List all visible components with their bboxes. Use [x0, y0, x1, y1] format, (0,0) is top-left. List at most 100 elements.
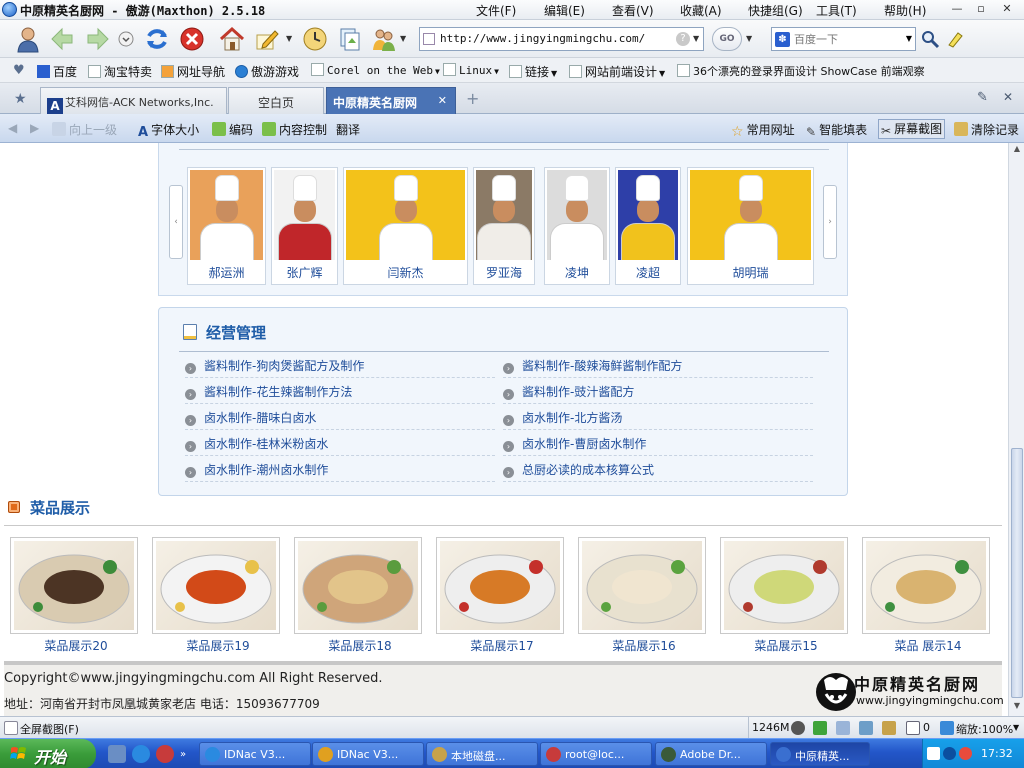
chef-card[interactable]: 张广辉	[271, 167, 338, 285]
dish-photo[interactable]	[440, 541, 560, 630]
chef-name[interactable]: 闫新杰	[344, 264, 467, 281]
carousel-prev-button[interactable]: ‹	[169, 185, 183, 259]
zoom-dropdown-icon[interactable]: ▼	[1013, 723, 1019, 732]
edit-dropdown-icon[interactable]: ▼	[286, 34, 292, 43]
go-button[interactable]: GO	[712, 27, 742, 51]
users-group-icon[interactable]	[370, 25, 398, 53]
chef-name[interactable]: 凌超	[616, 264, 680, 281]
article-link[interactable]: › 总厨必读的成本核算公式	[503, 456, 813, 482]
chef-photo[interactable]	[618, 170, 678, 260]
smart-fill-button[interactable]: ✎ 智能填表	[806, 121, 867, 139]
fav-games[interactable]: 傲游游戏	[235, 63, 299, 80]
baidu-paw-icon[interactable]: ✽	[775, 32, 790, 47]
fav-linux[interactable]: Linux ▼	[443, 63, 499, 77]
search-icon[interactable]	[920, 29, 940, 49]
status-text[interactable]: 全屏截图(F)	[20, 721, 79, 737]
article-link[interactable]: › 卤水制作-曹厨卤水制作	[503, 430, 813, 456]
chef-card[interactable]: 罗亚海	[473, 167, 535, 285]
article-title[interactable]: 卤水制作-腊味白卤水	[204, 411, 316, 425]
dish-photo[interactable]	[866, 541, 986, 630]
dish-photo[interactable]	[582, 541, 702, 630]
dish-thumbnail[interactable]	[578, 537, 706, 634]
dish-thumbnail[interactable]	[294, 537, 422, 634]
article-title[interactable]: 酱料制作-酸辣海鲜酱制作配方	[522, 359, 682, 373]
screenshot-button[interactable]: ✂ 屏幕截图	[878, 119, 946, 139]
keyboard-icon[interactable]	[927, 747, 940, 760]
back-icon[interactable]	[48, 25, 76, 53]
font-size-button[interactable]: A 字体大小	[138, 121, 199, 140]
favorites-heart-icon[interactable]: ♥	[13, 63, 25, 78]
encoding-button[interactable]: 编码	[212, 121, 253, 138]
article-title[interactable]: 卤水制作-潮州卤水制作	[204, 463, 328, 477]
close-window-icon[interactable]: ✕	[996, 1, 1018, 17]
dish-photo[interactable]	[14, 541, 134, 630]
home-icon[interactable]	[218, 25, 246, 53]
taskbar-task-button[interactable]: Adobe Dr...	[655, 742, 767, 766]
minimize-icon[interactable]: —	[946, 1, 968, 17]
menu-favorites[interactable]: 收藏(A)	[680, 2, 748, 19]
tray-app-icon[interactable]	[959, 747, 972, 760]
new-tab-icon[interactable]: +	[466, 89, 479, 108]
address-dropdown-icon[interactable]: ▼	[693, 34, 699, 43]
zoom-level[interactable]: 缩放:100%	[956, 721, 1013, 737]
edit-pencil-icon[interactable]	[253, 25, 281, 53]
chef-name[interactable]: 张广辉	[272, 264, 337, 281]
article-title[interactable]: 卤水制作-桂林米粉卤水	[204, 437, 328, 451]
close-tab-icon[interactable]: ✕	[438, 94, 447, 107]
fav-nav[interactable]: 网址导航	[161, 63, 225, 80]
search-box[interactable]: ✽ ▼	[771, 27, 916, 51]
dish-thumbnail[interactable]	[862, 537, 990, 634]
taskbar-task-button[interactable]: IDNac V3...	[312, 742, 424, 766]
chef-photo[interactable]	[190, 170, 263, 260]
up-level-button[interactable]: 向上一级	[52, 121, 117, 138]
fav-links[interactable]: 链接 ▼	[509, 63, 557, 80]
chef-name[interactable]: 凌坤	[545, 264, 609, 281]
chef-card[interactable]: 凌超	[615, 167, 681, 285]
go-dropdown-icon[interactable]: ▼	[746, 34, 752, 43]
clock[interactable]: 17:32	[981, 747, 1013, 760]
start-button[interactable]: 开始	[0, 739, 96, 768]
browser-quicklaunch-icon[interactable]	[156, 745, 174, 763]
chef-name[interactable]: 郝运洲	[188, 264, 265, 281]
dish-photo[interactable]	[298, 541, 418, 630]
fav-corel[interactable]: Corel on the Web ▼	[311, 63, 440, 77]
highlight-icon[interactable]	[945, 29, 965, 49]
dish-photo[interactable]	[156, 541, 276, 630]
zoom-icon[interactable]	[940, 721, 954, 735]
chef-card[interactable]: 胡明瑞	[687, 167, 814, 285]
menu-groups[interactable]: 快捷组(G)	[748, 2, 816, 19]
page-forward-icon[interactable]: ▶	[30, 121, 39, 135]
article-link[interactable]: › 酱料制作-酸辣海鲜酱制作配方	[503, 352, 813, 378]
forward-icon[interactable]	[84, 25, 112, 53]
tab-ack-networks[interactable]: A 艾科网信-ACK Networks,Inc.	[40, 87, 227, 114]
article-title[interactable]: 酱料制作-花生辣酱制作方法	[204, 385, 352, 399]
scroll-up-icon[interactable]: ▲	[1011, 144, 1023, 158]
dish-label[interactable]: 菜品 展示14	[864, 637, 992, 654]
notes-icon[interactable]	[882, 721, 896, 735]
fav-login-showcase[interactable]: 36个漂亮的登录界面设计 ShowCase 前端观察	[677, 63, 925, 79]
tab-favorites-star-icon[interactable]: ★	[14, 91, 27, 107]
show-desktop-icon[interactable]	[108, 745, 126, 763]
chef-photo[interactable]	[274, 170, 335, 260]
chef-name[interactable]: 胡明瑞	[688, 264, 813, 281]
dish-label[interactable]: 菜品展示15	[722, 637, 850, 654]
stop-icon[interactable]	[178, 25, 206, 53]
scroll-thumb[interactable]	[1011, 448, 1023, 698]
article-link[interactable]: › 酱料制作-狗肉煲酱配方及制作	[185, 352, 495, 378]
clear-history-button[interactable]: 清除记录	[954, 121, 1019, 138]
article-title[interactable]: 酱料制作-豉汁酱配方	[522, 385, 634, 399]
article-title[interactable]: 总厨必读的成本核算公式	[522, 463, 654, 477]
tab-blank[interactable]: 空白页	[228, 87, 324, 114]
dish-thumbnail[interactable]	[720, 537, 848, 634]
content-control-button[interactable]: 内容控制	[262, 121, 327, 138]
ie-icon[interactable]	[132, 745, 150, 763]
dish-photo[interactable]	[724, 541, 844, 630]
chef-card[interactable]: 凌坤	[544, 167, 610, 285]
address-url[interactable]: http://www.jingyingmingchu.com/	[440, 32, 645, 45]
tab-jingyingmingchu[interactable]: 中原精英名厨网 ✕	[326, 87, 456, 115]
dish-label[interactable]: 菜品展示18	[296, 637, 424, 654]
chef-card[interactable]: 闫新杰	[343, 167, 468, 285]
search-input[interactable]	[794, 31, 900, 47]
close-all-tabs-icon[interactable]: ✕	[1003, 90, 1013, 104]
maximize-icon[interactable]: ▫	[970, 1, 992, 17]
